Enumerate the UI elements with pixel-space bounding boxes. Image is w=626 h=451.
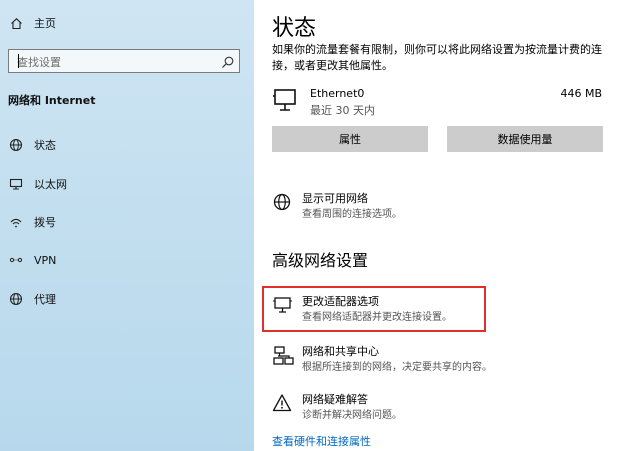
properties-button[interactable]: 属性 xyxy=(272,126,428,152)
sidebar-item-label: 以太网 xyxy=(34,178,67,191)
ethernet-icon xyxy=(8,176,24,192)
sidebar-item-label: 状态 xyxy=(34,139,56,152)
sidebar-home-label: 主页 xyxy=(34,17,56,30)
troubleshoot-item[interactable]: 网络疑难解答 诊断并解决网络问题。 xyxy=(272,391,612,421)
advanced-section-title: 高级网络设置 xyxy=(272,251,369,270)
troubleshoot-subtitle: 诊断并解决网络问题。 xyxy=(302,410,402,421)
sharing-center-title: 网络和共享中心 xyxy=(302,345,379,358)
connection-name: Ethernet0 xyxy=(310,87,365,100)
sidebar-item-status[interactable]: 状态 xyxy=(8,135,56,155)
page-title: 状态 xyxy=(272,16,317,41)
data-usage-button[interactable]: 数据使用量 xyxy=(447,126,603,152)
sidebar-item-vpn[interactable]: VPN xyxy=(8,250,56,270)
text-caret xyxy=(18,54,19,68)
sidebar-item-label: 拨号 xyxy=(34,216,56,229)
globe-icon xyxy=(272,192,292,216)
highlight-box xyxy=(262,286,486,332)
sidebar-item-dialup[interactable]: 拨号 xyxy=(8,212,56,232)
show-networks-item[interactable]: 显示可用网络 查看周围的连接选项。 xyxy=(272,190,612,220)
sharing-center-subtitle: 根据所连接到的网络，决定要共享的内容。 xyxy=(302,362,492,373)
sidebar-item-label: 代理 xyxy=(34,293,56,306)
sidebar-home[interactable]: 主页 xyxy=(8,13,56,33)
page-description: 如果你的流量套餐有限制，则你可以将此网络设置为按流量计费的连接，或者更改其他属性… xyxy=(272,43,602,72)
sidebar: 主页 查找设置 网络和 Internet 状态 以太网 拨号 VPN 代理 xyxy=(0,0,254,451)
vpn-icon xyxy=(8,252,24,268)
search-icon[interactable] xyxy=(221,54,235,73)
search-input[interactable]: 查找设置 xyxy=(8,49,240,73)
main-panel: 状态 如果你的流量套餐有限制，则你可以将此网络设置为按流量计费的连接，或者更改其… xyxy=(254,0,626,451)
troubleshoot-title: 网络疑难解答 xyxy=(302,393,368,406)
network-sharing-icon xyxy=(272,345,294,371)
sidebar-section-title: 网络和 Internet xyxy=(8,94,96,107)
hardware-properties-link[interactable]: 查看硬件和连接属性 xyxy=(272,433,371,449)
sharing-center-item[interactable]: 网络和共享中心 根据所连接到的网络，决定要共享的内容。 xyxy=(272,343,612,373)
sidebar-item-ethernet[interactable]: 以太网 xyxy=(8,174,67,194)
sidebar-item-label: VPN xyxy=(34,253,57,267)
show-networks-title: 显示可用网络 xyxy=(302,192,368,205)
search-placeholder: 查找设置 xyxy=(17,56,61,69)
connection-data-used: 446 MB xyxy=(560,87,602,100)
home-icon xyxy=(8,15,24,31)
proxy-globe-icon xyxy=(8,291,24,307)
connection-subtitle: 最近 30 天内 xyxy=(310,104,375,117)
ethernet-icon xyxy=(272,88,300,118)
status-globe-icon xyxy=(8,137,24,153)
warning-triangle-icon xyxy=(272,393,292,417)
show-networks-subtitle: 查看周围的连接选项。 xyxy=(302,209,402,220)
sidebar-item-proxy[interactable]: 代理 xyxy=(8,289,56,309)
dialup-icon xyxy=(8,214,24,230)
